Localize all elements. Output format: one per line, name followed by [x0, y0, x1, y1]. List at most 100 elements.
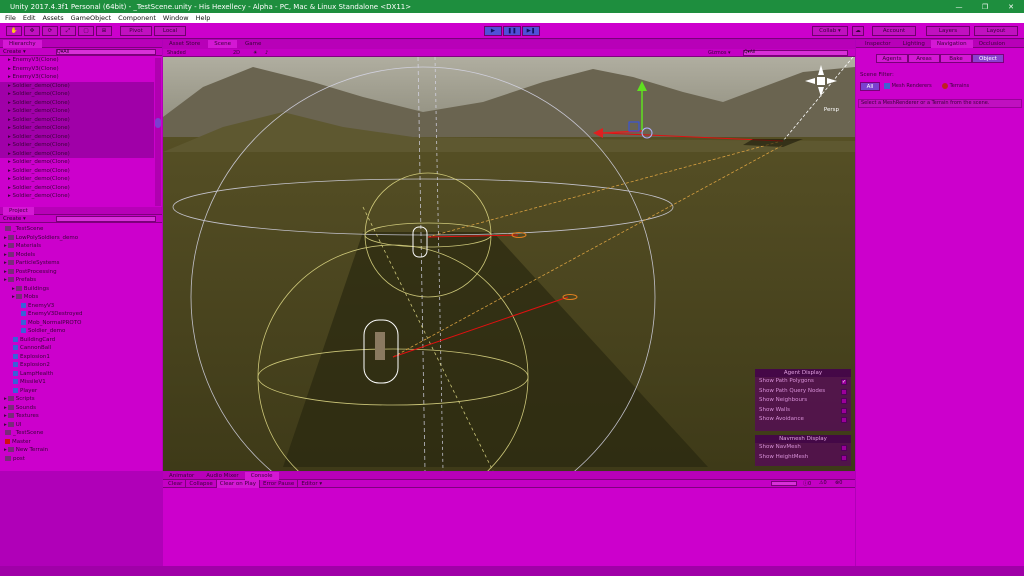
hierarchy-item[interactable]: ▸ EnemyV3(Clone) — [0, 65, 154, 74]
console-clear-button[interactable]: Clear — [165, 479, 187, 488]
console-error-pause-button[interactable]: Error Pause — [260, 479, 299, 488]
menu-help[interactable]: Help — [196, 14, 211, 22]
project-item[interactable]: LampHealth — [0, 370, 162, 379]
expand-arrow-icon[interactable]: ▸ — [12, 286, 15, 292]
project-item[interactable]: Player — [0, 387, 162, 396]
expand-arrow-icon[interactable]: ▸ — [12, 294, 15, 300]
expand-arrow-icon[interactable]: ▸ — [4, 252, 7, 258]
filter-terrains[interactable]: Terrains — [942, 82, 969, 91]
subtab-object[interactable]: Object — [972, 54, 1004, 63]
hand-tool-button[interactable]: ✋ — [6, 26, 22, 36]
tab-navigation[interactable]: Navigation — [930, 39, 973, 48]
project-item[interactable]: ▸ Textures — [0, 412, 162, 421]
hierarchy-item[interactable]: ▸ Soldier_demo(Clone) — [0, 124, 154, 133]
expand-arrow-icon[interactable]: ▸ — [4, 243, 7, 249]
expand-arrow-icon[interactable]: ▸ — [4, 260, 7, 266]
layout-dropdown[interactable]: Layout — [974, 26, 1018, 36]
rotate-tool-button[interactable]: ⟳ — [42, 26, 58, 36]
move-tool-button[interactable]: ✥ — [24, 26, 40, 36]
checkbox[interactable] — [841, 398, 847, 404]
pivot-toggle[interactable]: Pivot — [120, 26, 152, 36]
console-log-count[interactable]: ⓘ0 — [803, 480, 811, 487]
audio-icon[interactable]: ♪ — [265, 50, 268, 56]
project-item[interactable]: ▸ New Terrain — [0, 446, 162, 455]
local-toggle[interactable]: Local — [154, 26, 186, 36]
tab-inspector[interactable]: Inspector — [859, 40, 897, 48]
orientation-gizmo[interactable] — [803, 63, 839, 99]
project-item[interactable]: ▸ Mobs — [0, 293, 162, 302]
hierarchy-item[interactable]: ▸ Soldier_demo(Clone) — [0, 81, 154, 90]
project-item[interactable]: ▸ Scripts — [0, 395, 162, 404]
checkbox[interactable] — [841, 417, 847, 423]
hierarchy-item[interactable]: ▸ Soldier_demo(Clone) — [0, 141, 154, 150]
minimize-button[interactable]: — — [946, 3, 972, 11]
console-error-count[interactable]: ⊗0 — [835, 480, 842, 486]
menu-window[interactable]: Window — [163, 14, 189, 22]
hierarchy-item[interactable]: ▸ EnemyV3(Clone) — [0, 56, 154, 65]
tab-scene[interactable]: Scene — [208, 40, 238, 48]
checkbox[interactable] — [841, 454, 847, 461]
project-item[interactable]: _TestScene — [0, 225, 162, 234]
expand-arrow-icon[interactable]: ▸ — [4, 269, 7, 275]
tab-project[interactable]: Project — [3, 206, 34, 215]
shading-dropdown[interactable]: Shaded — [167, 50, 186, 56]
filter-all[interactable]: All — [860, 82, 880, 91]
tab-console[interactable]: Console — [244, 471, 279, 480]
2d-toggle[interactable]: 2D — [233, 50, 240, 56]
project-item[interactable]: ▸ UI — [0, 421, 162, 430]
hierarchy-item[interactable]: ▸ Soldier_demo(Clone) — [0, 107, 154, 116]
close-button[interactable]: ✕ — [998, 3, 1024, 11]
scene-search-input[interactable]: Q▾All — [743, 50, 848, 56]
menu-component[interactable]: Component — [118, 14, 156, 22]
hierarchy-item[interactable]: ▸ Soldier_demo(Clone) — [0, 132, 154, 141]
play-button[interactable]: ▶ — [484, 26, 502, 36]
project-item[interactable]: ▸ LowPolySoldiers_demo — [0, 234, 162, 243]
hierarchy-create-button[interactable]: Create ▾ — [3, 49, 26, 55]
tab-game[interactable]: Game — [239, 40, 267, 48]
project-item[interactable]: Explosion1 — [0, 353, 162, 362]
console-editor-dropdown[interactable]: Editor ▾ — [298, 480, 325, 488]
transform-tool-button[interactable]: ⊞ — [96, 26, 112, 36]
project-item[interactable]: post — [0, 455, 162, 464]
subtab-agents[interactable]: Agents — [876, 54, 908, 63]
menu-assets[interactable]: Assets — [42, 14, 63, 22]
lighting-icon[interactable]: ☀ — [253, 50, 257, 56]
menu-edit[interactable]: Edit — [23, 14, 36, 22]
collab-dropdown[interactable]: Collab ▾ — [812, 26, 848, 36]
hierarchy-item[interactable]: ▸ Soldier_demo(Clone) — [0, 115, 154, 124]
menu-gameobject[interactable]: GameObject — [71, 14, 112, 22]
project-item[interactable]: ▸ Materials — [0, 242, 162, 251]
step-button[interactable]: ▶❚ — [522, 26, 540, 36]
project-item[interactable]: _TestScene — [0, 429, 162, 438]
rect-tool-button[interactable]: ▢ — [78, 26, 94, 36]
hierarchy-item[interactable]: ▸ Soldier_demo(Clone) — [0, 158, 154, 167]
subtab-areas[interactable]: Areas — [908, 54, 940, 63]
project-item[interactable]: Soldier_demo — [0, 327, 162, 336]
hierarchy-item[interactable]: ▸ Soldier_demo(Clone) — [0, 184, 154, 193]
layers-dropdown[interactable]: Layers — [926, 26, 970, 36]
project-item[interactable]: MissileV1 — [0, 378, 162, 387]
project-item[interactable]: ▸ ParticleSystems — [0, 259, 162, 268]
cloud-button[interactable]: ☁ — [852, 26, 864, 36]
checkbox[interactable]: ✓ — [841, 379, 847, 385]
menu-file[interactable]: File — [5, 14, 16, 22]
hierarchy-item[interactable]: ▸ Soldier_demo(Clone) — [0, 192, 154, 201]
tab-hierarchy[interactable]: Hierarchy — [3, 39, 42, 48]
project-item[interactable]: ▸ PostProcessing — [0, 268, 162, 277]
project-create-button[interactable]: Create ▾ — [3, 216, 26, 222]
filter-mesh-renderers[interactable]: Mesh Renderers — [884, 82, 932, 91]
project-item[interactable]: Master — [0, 438, 162, 447]
tab-animator[interactable]: Animator — [163, 472, 200, 480]
project-item[interactable]: Explosion2 — [0, 361, 162, 370]
hierarchy-item[interactable]: ▸ Soldier_demo(Clone) — [0, 90, 154, 99]
checkbox[interactable] — [841, 445, 847, 451]
projection-label[interactable]: Persp — [824, 107, 839, 113]
maximize-button[interactable]: ❐ — [972, 3, 998, 11]
scale-tool-button[interactable]: ⤢ — [60, 26, 76, 36]
console-search-input[interactable] — [771, 481, 797, 486]
expand-arrow-icon[interactable]: ▸ — [4, 422, 7, 428]
tab-occlusion[interactable]: Occlusion — [973, 40, 1012, 48]
checkbox[interactable] — [841, 407, 847, 414]
project-item[interactable]: BuildingCard — [0, 336, 162, 345]
console-warning-count[interactable]: ⚠0 — [819, 480, 827, 486]
